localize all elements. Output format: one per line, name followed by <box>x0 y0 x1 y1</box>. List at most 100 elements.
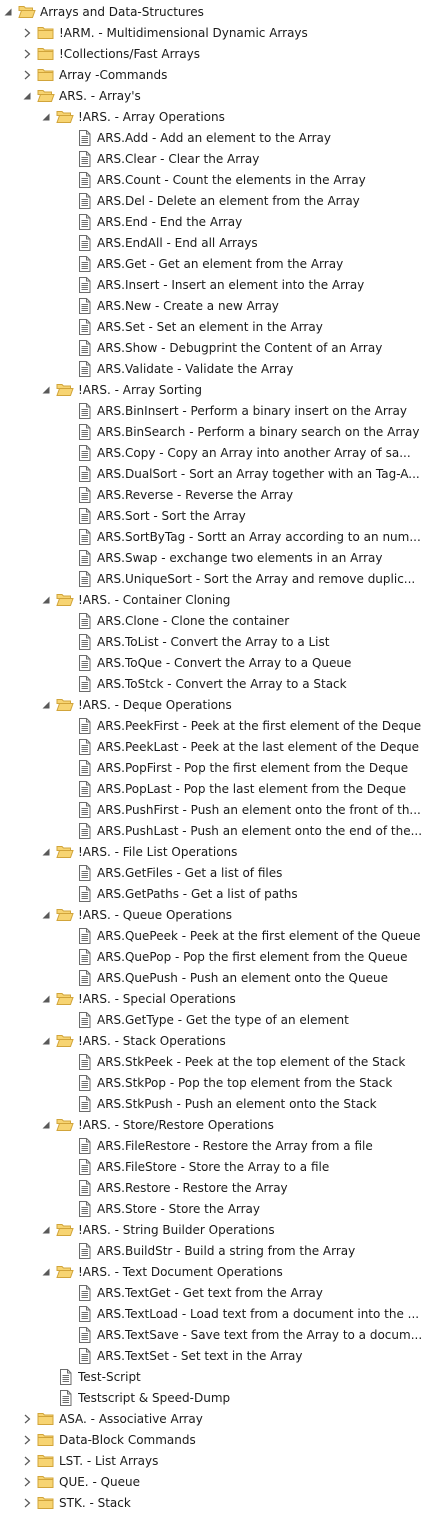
folder-open-icon <box>37 88 55 104</box>
tree-item-label: !ARS. - Special Operations <box>78 991 236 1006</box>
expanded-chevron-icon[interactable] <box>40 846 52 858</box>
tree-item-row[interactable]: Testscript & Speed-Dump <box>0 1387 427 1408</box>
tree-folder-row[interactable]: !ARS. - Special Operations <box>0 988 427 1009</box>
tree-item-row[interactable]: ARS.GetPaths - Get a list of paths <box>0 883 427 904</box>
tree-item-row[interactable]: ARS.PushLast - Push an element onto the … <box>0 820 427 841</box>
collapsed-chevron-icon[interactable] <box>21 1476 33 1488</box>
tree-item-row[interactable]: ARS.Count - Count the elements in the Ar… <box>0 169 427 190</box>
tree-item-row[interactable]: ARS.Swap - exchange two elements in an A… <box>0 547 427 568</box>
tree-item-row[interactable]: ARS.QuePop - Pop the first element from … <box>0 946 427 967</box>
tree-item-row[interactable]: ARS.BinSearch - Perform a binary search … <box>0 421 427 442</box>
tree-item-row[interactable]: ARS.Add - Add an element to the Array <box>0 127 427 148</box>
tree-item-row[interactable]: ARS.ToStck - Convert the Array to a Stac… <box>0 673 427 694</box>
tree-item-row[interactable]: ARS.New - Create a new Array <box>0 295 427 316</box>
expanded-chevron-icon[interactable] <box>40 1035 52 1047</box>
expanded-chevron-icon[interactable] <box>40 111 52 123</box>
document-icon <box>75 1305 93 1322</box>
tree-item-row[interactable]: ARS.UniqueSort - Sort the Array and remo… <box>0 568 427 589</box>
expanded-chevron-icon[interactable] <box>2 6 14 18</box>
tree-view[interactable]: Arrays and Data-Structures !ARM. - Multi… <box>0 0 427 1513</box>
tree-item-row[interactable]: ARS.StkPop - Pop the top element from th… <box>0 1072 427 1093</box>
collapsed-chevron-icon[interactable] <box>21 1434 33 1446</box>
expanded-chevron-icon[interactable] <box>40 1266 52 1278</box>
expanded-chevron-icon[interactable] <box>40 909 52 921</box>
tree-folder-row[interactable]: !ARS. - Stack Operations <box>0 1030 427 1051</box>
tree-folder-row[interactable]: !ARS. - Text Document Operations <box>0 1261 427 1282</box>
tree-item-row[interactable]: ARS.TextGet - Get text from the Array <box>0 1282 427 1303</box>
tree-item-row[interactable]: ARS.Get - Get an element from the Array <box>0 253 427 274</box>
expanded-chevron-icon[interactable] <box>21 90 33 102</box>
tree-item-row[interactable]: ARS.BuildStr - Build a string from the A… <box>0 1240 427 1261</box>
tree-item-row[interactable]: ARS.End - End the Array <box>0 211 427 232</box>
expanded-chevron-icon[interactable] <box>40 1119 52 1131</box>
tree-item-row[interactable]: ARS.QuePush - Push an element onto the Q… <box>0 967 427 988</box>
expanded-chevron-icon[interactable] <box>40 1224 52 1236</box>
tree-folder-row[interactable]: Array -Commands <box>0 64 427 85</box>
tree-item-row[interactable]: ARS.EndAll - End all Arrays <box>0 232 427 253</box>
tree-folder-row[interactable]: STK. - Stack <box>0 1492 427 1513</box>
tree-folder-row[interactable]: !ARS. - String Builder Operations <box>0 1219 427 1240</box>
tree-item-row[interactable]: ARS.StkPeek - Peek at the top element of… <box>0 1051 427 1072</box>
tree-item-row[interactable]: ARS.GetFiles - Get a list of files <box>0 862 427 883</box>
tree-item-row[interactable]: ARS.ToList - Convert the Array to a List <box>0 631 427 652</box>
tree-item-row[interactable]: ARS.QuePeek - Peek at the first element … <box>0 925 427 946</box>
tree-folder-row[interactable]: QUE. - Queue <box>0 1471 427 1492</box>
tree-folder-row[interactable]: !ARS. - Container Cloning <box>0 589 427 610</box>
collapsed-chevron-icon[interactable] <box>21 69 33 81</box>
tree-item-row[interactable]: ARS.StkPush - Push an element onto the S… <box>0 1093 427 1114</box>
tree-item-row[interactable]: ARS.DualSort - Sort an Array together wi… <box>0 463 427 484</box>
tree-folder-row[interactable]: !ARS. - Store/Restore Operations <box>0 1114 427 1135</box>
tree-item-row[interactable]: ARS.FileStore - Store the Array to a fil… <box>0 1156 427 1177</box>
document-icon <box>75 129 93 146</box>
tree-item-row[interactable]: ARS.ToQue - Convert the Array to a Queue <box>0 652 427 673</box>
tree-item-row[interactable]: ARS.Clone - Clone the container <box>0 610 427 631</box>
tree-folder-row[interactable]: Arrays and Data-Structures <box>0 1 427 22</box>
tree-folder-row[interactable]: !ARS. - Array Operations <box>0 106 427 127</box>
tree-item-row[interactable]: ARS.PopLast - Pop the last element from … <box>0 778 427 799</box>
tree-item-row[interactable]: ARS.Del - Delete an element from the Arr… <box>0 190 427 211</box>
tree-item-row[interactable]: ARS.SortByTag - Sortt an Array according… <box>0 526 427 547</box>
tree-folder-row[interactable]: LST. - List Arrays <box>0 1450 427 1471</box>
collapsed-chevron-icon[interactable] <box>21 1413 33 1425</box>
tree-item-row[interactable]: ARS.GetType - Get the type of an element <box>0 1009 427 1030</box>
tree-item-row[interactable]: ARS.Store - Store the Array <box>0 1198 427 1219</box>
tree-folder-row[interactable]: ARS. - Array's <box>0 85 427 106</box>
tree-item-row[interactable]: ARS.Restore - Restore the Array <box>0 1177 427 1198</box>
tree-folder-row[interactable]: !ARS. - File List Operations <box>0 841 427 862</box>
tree-item-row[interactable]: ARS.PopFirst - Pop the first element fro… <box>0 757 427 778</box>
tree-item-row[interactable]: ARS.Sort - Sort the Array <box>0 505 427 526</box>
collapsed-chevron-icon[interactable] <box>21 48 33 60</box>
tree-folder-row[interactable]: !ARS. - Deque Operations <box>0 694 427 715</box>
expanded-chevron-icon[interactable] <box>40 993 52 1005</box>
tree-item-row[interactable]: ARS.TextLoad - Load text from a document… <box>0 1303 427 1324</box>
tree-item-row[interactable]: ARS.Set - Set an element in the Array <box>0 316 427 337</box>
tree-item-row[interactable]: Test-Script <box>0 1366 427 1387</box>
tree-item-row[interactable]: ARS.BinInsert - Perform a binary insert … <box>0 400 427 421</box>
collapsed-chevron-icon[interactable] <box>21 27 33 39</box>
tree-item-row[interactable]: ARS.PushFirst - Push an element onto the… <box>0 799 427 820</box>
tree-item-row[interactable]: ARS.Reverse - Reverse the Array <box>0 484 427 505</box>
tree-item-row[interactable]: ARS.Copy - Copy an Array into another Ar… <box>0 442 427 463</box>
expanded-chevron-icon[interactable] <box>40 384 52 396</box>
collapsed-chevron-icon[interactable] <box>21 1497 33 1509</box>
tree-folder-row[interactable]: !Collections/Fast Arrays <box>0 43 427 64</box>
tree-folder-row[interactable]: !ARS. - Array Sorting <box>0 379 427 400</box>
tree-item-row[interactable]: ARS.TextSet - Set text in the Array <box>0 1345 427 1366</box>
tree-item-row[interactable]: ARS.Show - Debugprint the Content of an … <box>0 337 427 358</box>
collapsed-chevron-icon[interactable] <box>21 1455 33 1467</box>
expanded-chevron-icon[interactable] <box>40 594 52 606</box>
tree-item-row[interactable]: ARS.PeekFirst - Peek at the first elemen… <box>0 715 427 736</box>
tree-item-row[interactable]: ARS.FileRestore - Restore the Array from… <box>0 1135 427 1156</box>
expanded-chevron-icon[interactable] <box>40 699 52 711</box>
tree-item-row[interactable]: ARS.TextSave - Save text from the Array … <box>0 1324 427 1345</box>
tree-folder-row[interactable]: !ARS. - Queue Operations <box>0 904 427 925</box>
tree-item-row[interactable]: ARS.PeekLast - Peek at the last element … <box>0 736 427 757</box>
tree-folder-row[interactable]: Data-Block Commands <box>0 1429 427 1450</box>
tree-item-row[interactable]: ARS.Validate - Validate the Array <box>0 358 427 379</box>
tree-folder-row[interactable]: ASA. - Associative Array <box>0 1408 427 1429</box>
tree-item-row[interactable]: ARS.Insert - Insert an element into the … <box>0 274 427 295</box>
tree-item-row[interactable]: ARS.Clear - Clear the Array <box>0 148 427 169</box>
tree-folder-row[interactable]: !ARM. - Multidimensional Dynamic Arrays <box>0 22 427 43</box>
